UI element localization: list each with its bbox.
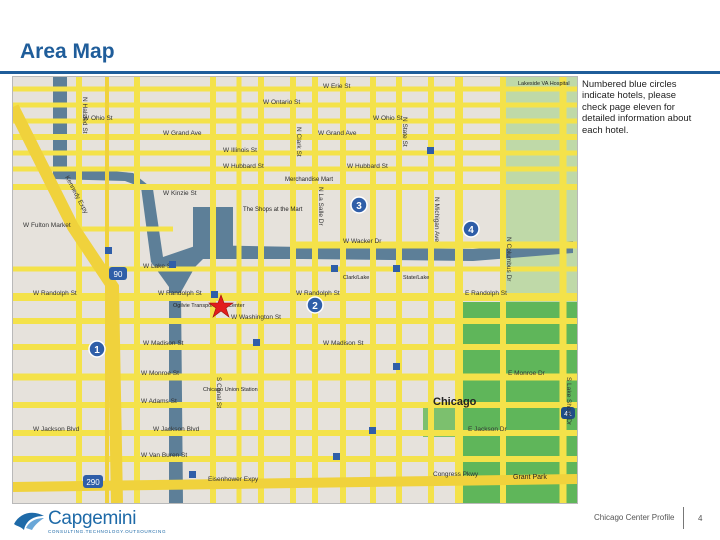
transit-icon bbox=[189, 471, 196, 478]
transit-icon bbox=[333, 453, 340, 460]
street-label: W Wacker Dr bbox=[343, 238, 382, 245]
street-label: W Van Buren St bbox=[141, 452, 187, 459]
street-label: W Randolph St bbox=[296, 290, 340, 297]
street-label: W Lake St bbox=[143, 263, 173, 270]
place-label-chicago: Chicago bbox=[433, 396, 477, 408]
street-label: E Jackson Dr bbox=[468, 426, 507, 433]
place-label-ogilvie: Ogilvie Transportation Center bbox=[173, 303, 245, 309]
page-title: Area Map bbox=[20, 40, 115, 63]
street-label: E Monroe Dr bbox=[508, 370, 546, 377]
street-label: W Jackson Blvd bbox=[153, 426, 200, 433]
street-label: W Ontario St bbox=[263, 99, 300, 106]
place-label-hospital: Lakeside VA Hospital bbox=[518, 81, 570, 87]
highway-shield-90: 90 bbox=[109, 267, 127, 280]
highway-shield-290: 290 bbox=[83, 475, 103, 488]
street-label: W Ohio St bbox=[373, 115, 403, 122]
hotel-marker-4[interactable]: 4 bbox=[462, 220, 480, 238]
logo-tagline: CONSULTING.TECHNOLOGY.OUTSOURCING bbox=[48, 529, 167, 534]
street-label: N Columbus Dr bbox=[505, 237, 512, 282]
place-label-shops-at-mart: The Shops at the Mart bbox=[243, 207, 303, 213]
street-label: W Madison St bbox=[323, 340, 364, 347]
hotel-marker-3[interactable]: 3 bbox=[350, 196, 368, 214]
hotel-note: Numbered blue circles indicate hotels, p… bbox=[582, 79, 692, 136]
hotel-marker-1[interactable]: 1 bbox=[88, 340, 106, 358]
transit-icon bbox=[393, 363, 400, 370]
street-label: E Randolph St bbox=[465, 290, 507, 297]
transit-icon bbox=[169, 261, 176, 268]
street-label: N Michigan Ave bbox=[433, 197, 440, 242]
logo-spade-icon bbox=[14, 512, 44, 530]
street-label: W Washington St bbox=[231, 314, 281, 321]
logo-wordmark: Capgemini bbox=[48, 508, 137, 529]
transit-icon bbox=[369, 427, 376, 434]
svg-text:3: 3 bbox=[356, 201, 362, 212]
transit-icon bbox=[105, 247, 112, 254]
hotel-marker-2[interactable]: 2 bbox=[306, 296, 324, 314]
title-rule bbox=[0, 71, 720, 74]
place-label-union-station: Chicago Union Station bbox=[203, 387, 258, 393]
street-label: W Monroe St bbox=[141, 370, 179, 377]
svg-text:2: 2 bbox=[312, 301, 318, 312]
svg-text:1: 1 bbox=[94, 345, 100, 356]
street-label: W Grand Ave bbox=[163, 130, 202, 137]
street-label: W Hubbard St bbox=[347, 163, 388, 170]
svg-text:4: 4 bbox=[468, 225, 474, 236]
area-map: 90 290 4 1 W Erie St W Ontario St W Ohio … bbox=[12, 76, 578, 504]
street-label: W Hubbard St bbox=[223, 163, 264, 170]
svg-text:290: 290 bbox=[86, 478, 100, 487]
page-number: 4 bbox=[698, 514, 703, 523]
street-label: N State St bbox=[401, 117, 408, 147]
street-label: W Erie St bbox=[323, 83, 351, 90]
street-label: W Randolph St bbox=[33, 290, 77, 297]
street-label: Eisenhower Expy bbox=[208, 476, 259, 483]
footer-title: Chicago Center Profile bbox=[594, 513, 675, 522]
street-label: W Randolph St bbox=[158, 290, 202, 297]
footer-divider bbox=[683, 507, 684, 529]
street-label: Congress Pkwy bbox=[433, 471, 479, 478]
svg-text:90: 90 bbox=[114, 270, 123, 279]
street-label: N Halsted St bbox=[81, 97, 88, 134]
place-label-merchandise-mart: Merchandise Mart bbox=[285, 177, 333, 183]
street-label: W Fulton Market bbox=[23, 222, 71, 229]
place-label-grant-park: Grant Park bbox=[513, 474, 547, 481]
street-label: S Lake Shore Dr bbox=[565, 377, 572, 426]
street-label: W Jackson Blvd bbox=[33, 426, 80, 433]
street-label: N Clark St bbox=[295, 127, 302, 157]
street-label: W Illinois St bbox=[223, 147, 257, 154]
transit-icon bbox=[331, 265, 338, 272]
street-label: W Madison St bbox=[143, 340, 184, 347]
transit-icon bbox=[393, 265, 400, 272]
transit-icon bbox=[427, 147, 434, 154]
street-label: N La Salle Dr bbox=[317, 187, 324, 226]
transit-icon bbox=[211, 291, 218, 298]
place-label-state-lake: State/Lake bbox=[403, 275, 429, 281]
street-label: W Grand Ave bbox=[318, 130, 357, 137]
capgemini-logo: Capgemini CONSULTING.TECHNOLOGY.OUTSOURC… bbox=[12, 508, 166, 536]
place-label-clark-lake: Clark/Lake bbox=[343, 275, 369, 281]
street-label: W Adams St bbox=[141, 398, 177, 405]
transit-icon bbox=[253, 339, 260, 346]
street-label: W Kinzie St bbox=[163, 190, 197, 197]
